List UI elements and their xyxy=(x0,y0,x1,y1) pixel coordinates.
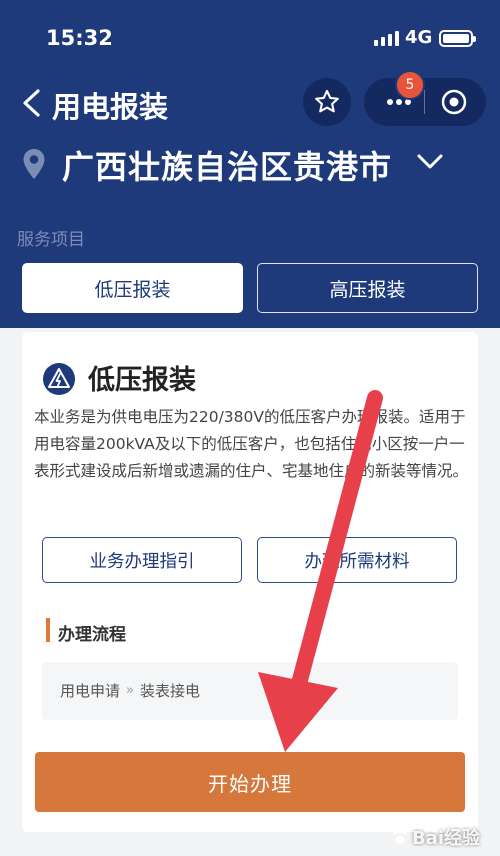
network-type: 4G xyxy=(405,27,433,48)
flow-step: 用电申请 xyxy=(60,682,121,700)
double-chevron-icon: » xyxy=(126,683,134,698)
tab-low-voltage[interactable]: 低压报装 xyxy=(22,263,243,313)
location-text: 广西壮族自治区贵港市 xyxy=(62,148,393,186)
location-selector[interactable]: 广西壮族自治区贵港市 xyxy=(0,140,500,190)
chevron-down-icon xyxy=(416,152,444,176)
nav-bar: 用电报装 5 xyxy=(0,70,500,128)
flow-step: 装表接电 xyxy=(139,682,200,700)
flow-title: 办理流程 xyxy=(58,625,126,645)
required-materials-button[interactable]: 办理所需材料 xyxy=(257,537,457,583)
service-card: 低压报装 本业务是为供电电压为220/380V的低压客户办理报装。适用于用电容量… xyxy=(22,332,478,832)
status-bar: 15:32 4G xyxy=(0,0,500,70)
services-label: 服务项目 xyxy=(17,230,85,250)
location-pin-icon xyxy=(22,148,46,184)
card-description: 本业务是为供电电压为220/380V的低压客户办理报装。适用于用电容量200kV… xyxy=(34,408,469,480)
status-time: 15:32 xyxy=(46,26,113,50)
notification-badge: 5 xyxy=(395,70,425,100)
flow-accent-bar xyxy=(46,618,50,642)
capsule-divider xyxy=(424,90,425,114)
business-guide-button[interactable]: 业务办理指引 xyxy=(42,537,242,583)
flow-steps-box: 用电申请 » 装表接电 xyxy=(42,662,458,720)
miniprogram-capsule xyxy=(364,78,486,126)
watermark: Bai经验 xyxy=(390,824,480,850)
favorite-button[interactable] xyxy=(303,78,351,126)
signal-icon xyxy=(374,30,399,46)
paw-icon xyxy=(392,828,408,844)
watermark-text: Bai经验 xyxy=(411,828,480,849)
tab-high-voltage[interactable]: 高压报装 xyxy=(257,263,478,313)
electric-meter-icon xyxy=(42,362,76,400)
star-icon xyxy=(315,89,339,113)
close-miniprogram-icon[interactable] xyxy=(440,88,468,120)
start-application-button[interactable]: 开始办理 xyxy=(35,752,465,812)
battery-icon xyxy=(439,30,476,47)
back-arrow-icon[interactable] xyxy=(20,88,42,122)
page-title: 用电报装 xyxy=(52,90,169,124)
card-title: 低压报装 xyxy=(88,365,196,396)
